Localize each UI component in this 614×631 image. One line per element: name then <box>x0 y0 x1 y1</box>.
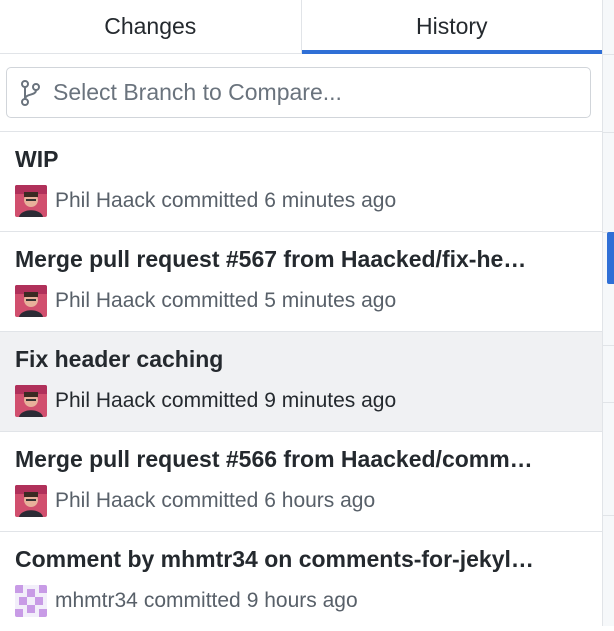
commit-list-item[interactable]: Comment by mhmtr34 on comments-for-jekyl… <box>0 531 602 631</box>
commit-verb: committed <box>161 289 259 312</box>
branch-compare-input[interactable] <box>53 79 573 106</box>
divider <box>603 402 614 403</box>
commit-title: Comment by mhmtr34 on comments-for-jekyl… <box>15 546 534 572</box>
commit-list-item[interactable]: WIP Phil Haack committed 6 minutes ago <box>0 131 602 231</box>
divider <box>603 54 614 55</box>
commit-time: 6 minutes ago <box>264 189 397 212</box>
commit-author: Phil Haack <box>55 489 156 512</box>
git-branch-icon <box>19 79 43 107</box>
commit-time: 9 hours ago <box>246 589 358 612</box>
commit-title: Merge pull request #566 from Haacked/com… <box>15 446 533 472</box>
commit-time: 5 minutes ago <box>264 289 397 312</box>
commit-verb: committed <box>161 189 259 212</box>
commit-title: Fix header caching <box>15 346 224 372</box>
commit-author: mhmtr34 <box>55 589 138 612</box>
commit-list-item[interactable]: Merge pull request #567 from Haacked/fix… <box>0 231 602 331</box>
adjacent-pane-edge <box>602 0 614 626</box>
identicon-avatar <box>15 585 47 617</box>
commit-meta: Phil Haack committed 9 minutes ago <box>15 385 396 417</box>
selection-marker <box>607 232 614 284</box>
tab-history[interactable]: History <box>300 0 603 54</box>
commit-title: WIP <box>15 146 59 172</box>
history-panel: Changes History WIP Phil <box>0 0 602 626</box>
commit-time: 9 minutes ago <box>264 389 397 412</box>
commit-meta: mhmtr34 committed 9 hours ago <box>15 585 358 617</box>
phil-haack-avatar <box>15 285 47 317</box>
divider <box>603 345 614 346</box>
commit-meta: Phil Haack committed 5 minutes ago <box>15 285 396 317</box>
commit-verb: committed <box>143 589 241 612</box>
tab-changes[interactable]: Changes <box>0 0 301 53</box>
commit-author: Phil Haack <box>55 189 156 212</box>
branch-compare-field[interactable] <box>6 67 591 118</box>
commit-author: Phil Haack <box>55 289 156 312</box>
commit-meta: Phil Haack committed 6 minutes ago <box>15 185 396 217</box>
tab-history-label: History <box>415 13 488 39</box>
phil-haack-avatar <box>15 485 47 517</box>
commit-list-item[interactable]: Merge pull request #566 from Haacked/com… <box>0 431 602 531</box>
commit-verb: committed <box>161 489 259 512</box>
phil-haack-avatar <box>15 185 47 217</box>
commit-time: 6 hours ago <box>264 489 376 512</box>
phil-haack-avatar <box>15 385 47 417</box>
commit-title: Merge pull request #567 from Haacked/fix… <box>15 246 527 272</box>
commit-list: WIP Phil Haack committed 6 minutes ago M… <box>0 131 602 631</box>
commit-meta: Phil Haack committed 6 hours ago <box>15 485 375 517</box>
commit-author: Phil Haack <box>55 389 156 412</box>
tab-changes-label: Changes <box>104 13 197 39</box>
commit-verb: committed <box>161 389 259 412</box>
divider <box>603 515 614 516</box>
tab-bar: Changes History <box>0 0 602 54</box>
divider <box>603 132 614 133</box>
commit-list-item-selected[interactable]: Fix header caching Phil Haack committed … <box>0 331 602 431</box>
